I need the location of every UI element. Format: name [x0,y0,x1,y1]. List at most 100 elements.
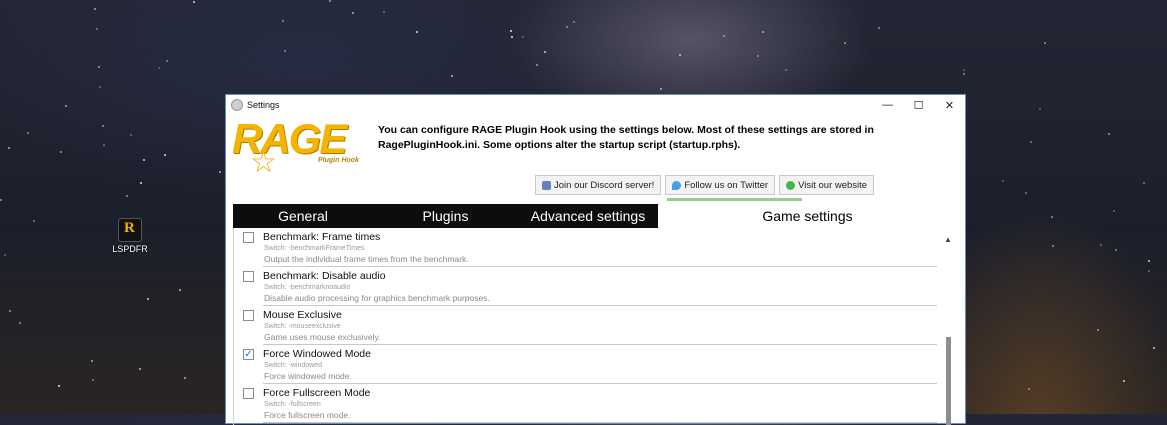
setting-description: Game uses mouse exclusively. [264,332,381,342]
minimize-button[interactable]: — [872,95,903,115]
star [143,159,145,161]
list-item: Force Fullscreen Mode Switch: -fullscree… [234,385,958,424]
star [510,30,512,32]
star [96,28,98,30]
title-bar[interactable]: Settings — ☐ ✕ [226,95,965,115]
star [878,27,880,29]
tab-bar: General Plugins Advanced settings Game s… [233,204,957,228]
star [544,51,546,53]
gear-icon [231,99,243,111]
star-icon: ☆ [250,146,277,179]
star [785,69,787,71]
scrollbar-thumb[interactable] [946,337,951,425]
setting-switch: Switch: -benchmarknoaudio [264,284,351,291]
checkbox[interactable] [243,310,254,321]
checkbox[interactable] [243,271,254,282]
setting-description: Force fullscreen mode. [264,410,351,420]
star [164,154,166,156]
website-button[interactable]: Visit our website [779,175,875,195]
discord-icon [542,180,551,190]
star [58,385,60,387]
star [1028,388,1030,390]
list-item: Benchmark: Frame times Switch: -benchmar… [234,229,958,268]
star [103,144,105,146]
divider [263,422,937,423]
star [130,134,132,136]
star [102,125,104,127]
globe-icon [786,180,796,190]
star [1039,108,1041,110]
checkbox[interactable] [243,232,254,243]
checkbox[interactable] [243,388,254,399]
star [19,322,21,324]
star [147,298,149,300]
setting-switch: Switch: -windowed [264,362,322,369]
desktop-shortcut-lspdfr[interactable]: LSPDFR [112,218,148,254]
window-title: Settings [247,100,280,110]
star [1108,133,1110,135]
list-item: ✓ Force Windowed Mode Switch: -windowed … [234,346,958,385]
setting-description: Output the individual frame times from t… [264,254,469,264]
star [1148,260,1150,262]
star [1113,210,1115,212]
setting-description: Force windowed mode. [264,371,352,381]
star [1044,42,1046,44]
star [723,35,725,37]
setting-name: Mouse Exclusive [263,309,342,321]
star [8,147,10,149]
setting-name: Force Fullscreen Mode [263,387,371,399]
star [1025,192,1027,194]
star [451,75,453,77]
star [679,54,681,56]
tab-advanced-settings[interactable]: Advanced settings [518,204,658,228]
divider [263,383,937,384]
close-button[interactable]: ✕ [934,95,965,115]
star [1051,216,1053,218]
star [329,0,331,2]
star [65,105,67,107]
discord-button[interactable]: Join our Discord server! [535,175,662,195]
star [99,86,101,88]
star [98,66,100,68]
star [573,21,575,23]
setting-name: Benchmark: Disable audio [263,270,386,282]
star [660,88,662,90]
star [91,360,93,362]
setting-description: Disable audio processing for graphics be… [264,293,490,303]
tab-game-settings[interactable]: Game settings [658,204,957,228]
star [522,36,524,38]
setting-switch: Switch: -benchmarkFrameTimes [264,245,365,252]
star [0,199,2,201]
star [94,8,96,10]
star [193,1,195,3]
checkbox-checked[interactable]: ✓ [243,349,254,360]
star [158,67,160,69]
star [1143,182,1145,184]
star [284,50,286,52]
star [4,254,6,256]
divider [263,305,937,306]
settings-list: Benchmark: Frame times Switch: -benchmar… [233,229,958,425]
maximize-button[interactable]: ☐ [903,95,934,115]
scroll-up-icon[interactable]: ▲ [944,235,952,244]
list-item: Mouse Exclusive Switch: -mouseexclusive … [234,307,958,346]
desktop-shortcut-label: LSPDFR [112,244,148,254]
star [184,377,186,379]
star [352,12,354,14]
star [1100,244,1102,246]
star [166,60,168,62]
star [1030,141,1032,143]
star [566,26,568,28]
star [757,55,759,57]
divider [263,266,937,267]
tab-general[interactable]: General [233,204,373,228]
tab-plugins[interactable]: Plugins [373,204,518,228]
twitter-icon [672,180,682,190]
star [762,31,764,33]
scrollbar[interactable]: ▲ [943,229,953,425]
star [282,20,284,22]
twitter-button[interactable]: Follow us on Twitter [665,175,776,195]
star [1153,347,1155,349]
divider [263,344,937,345]
hover-indicator [667,198,802,201]
